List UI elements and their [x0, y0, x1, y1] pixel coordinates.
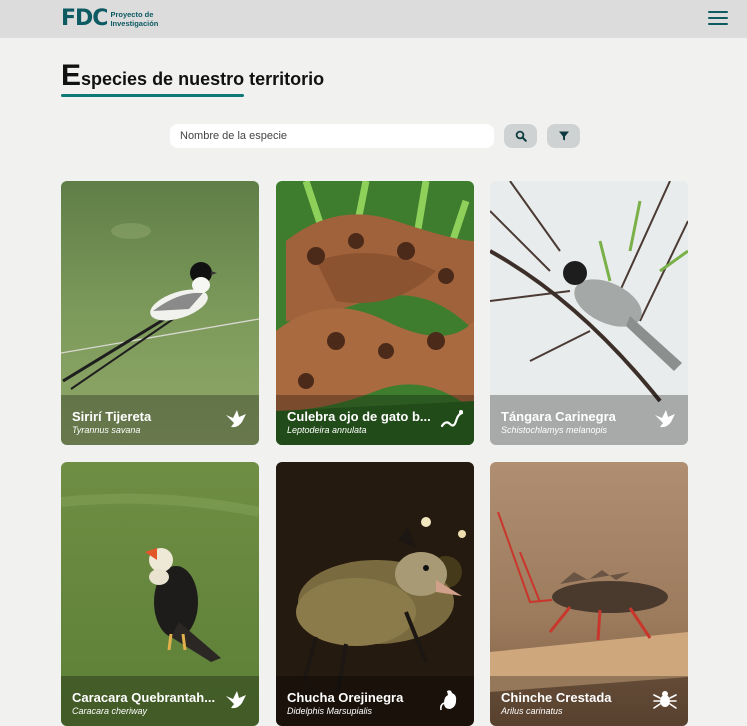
species-card[interactable]: Chucha Orejinegra Didelphis Marsupialis: [276, 462, 474, 726]
bird-icon: [226, 410, 246, 428]
species-common-name: Sirirí Tijereta: [72, 409, 152, 424]
snake-icon: [440, 410, 464, 428]
mammal-icon: [440, 690, 457, 711]
logo-subtitle-line-2: Investigación: [110, 19, 159, 28]
logo-mark: FDC: [61, 6, 108, 31]
search-button[interactable]: [504, 124, 537, 148]
species-search-input[interactable]: [170, 124, 494, 148]
species-caption: Culebra ojo de gato b... Leptodeira annu…: [276, 395, 474, 445]
species-caption: Chinche Crestada Arilus carinatus: [490, 676, 688, 726]
page-title: Especies de nuestro territorio: [61, 58, 324, 97]
top-navigation-bar: FDC Proyecto de Investigación: [0, 0, 747, 38]
bird-icon: [655, 410, 675, 428]
species-common-name: Chinche Crestada: [501, 690, 612, 705]
species-card[interactable]: Chinche Crestada Arilus carinatus: [490, 462, 688, 726]
title-underline: [61, 94, 244, 97]
species-card[interactable]: Tángara Carinegra Schistochlamys melanop…: [490, 181, 688, 445]
species-scientific-name: Caracara cheriway: [72, 706, 148, 716]
species-card[interactable]: Culebra ojo de gato b... Leptodeira annu…: [276, 181, 474, 445]
filter-button[interactable]: [547, 124, 580, 148]
logo-subtitle-line-1: Proyecto de: [110, 10, 154, 19]
species-common-name: Chucha Orejinegra: [287, 690, 404, 705]
species-scientific-name: Arilus carinatus: [501, 706, 563, 716]
species-card[interactable]: Sirirí Tijereta Tyrannus savana: [61, 181, 259, 445]
search-icon: [515, 130, 527, 142]
species-scientific-name: Schistochlamys melanopis: [501, 425, 608, 435]
species-scientific-name: Leptodeira annulata: [287, 425, 367, 435]
species-scientific-name: Didelphis Marsupialis: [287, 706, 373, 716]
species-caption: Sirirí Tijereta Tyrannus savana: [61, 395, 259, 445]
fdc-logo[interactable]: FDC Proyecto de Investigación: [61, 7, 158, 31]
logo-subtitle: Proyecto de Investigación: [110, 10, 158, 28]
species-caption: Tángara Carinegra Schistochlamys melanop…: [490, 395, 688, 445]
species-common-name: Culebra ojo de gato b...: [287, 409, 431, 424]
species-card[interactable]: Caracara Quebrantah... Caracara cheriway: [61, 462, 259, 726]
page-title-rest: species de nuestro territorio: [81, 69, 325, 89]
insect-icon: [653, 691, 677, 709]
species-caption: Caracara Quebrantah... Caracara cheriway: [61, 676, 259, 726]
species-common-name: Caracara Quebrantah...: [72, 690, 216, 705]
species-common-name: Tángara Carinegra: [501, 409, 616, 424]
page-title-initial: E: [61, 59, 82, 92]
species-caption: Chucha Orejinegra Didelphis Marsupialis: [276, 676, 474, 726]
species-scientific-name: Tyrannus savana: [72, 425, 141, 435]
funnel-filter-icon: [558, 131, 569, 141]
bird-icon: [226, 691, 246, 709]
hamburger-menu-icon[interactable]: [708, 9, 728, 27]
